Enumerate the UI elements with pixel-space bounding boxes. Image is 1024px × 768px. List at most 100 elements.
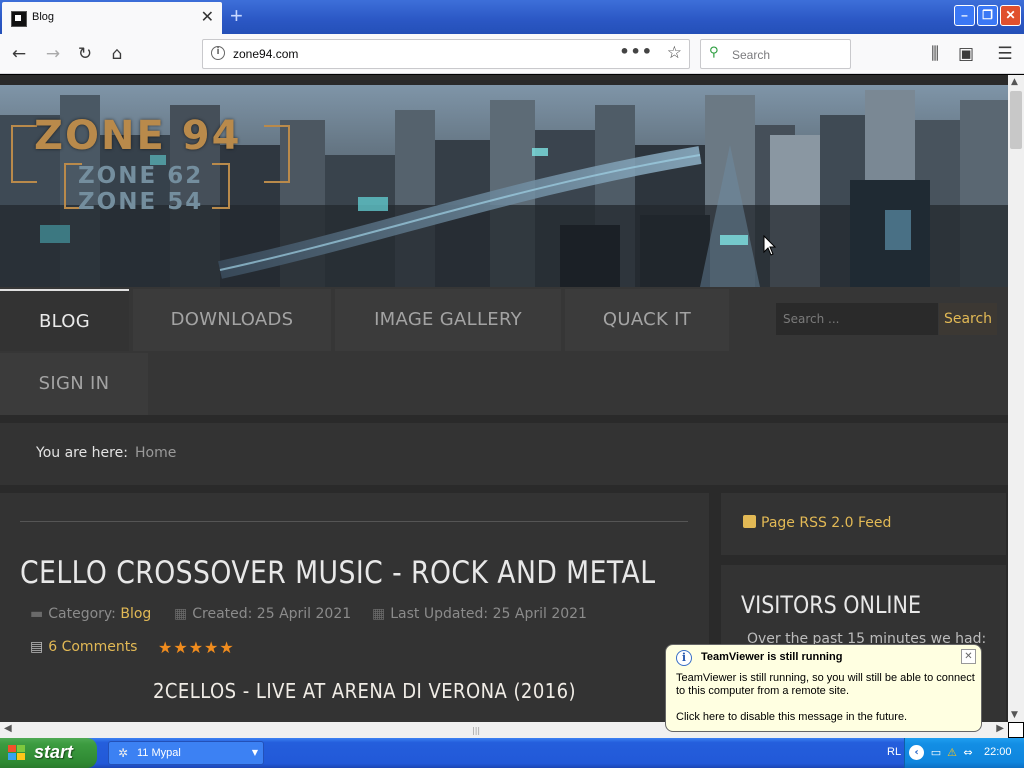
site-favicon-icon bbox=[11, 11, 27, 27]
address-bar[interactable]: i zone94.com ••• ☆ bbox=[202, 39, 690, 69]
nav-item-label: QUACK IT bbox=[602, 309, 692, 330]
screen: Blog ✕ + – ❐ ✕ ← → ↻ ⌂ i zone94.com ••• … bbox=[0, 0, 1024, 768]
comment-icon: ▤ bbox=[30, 639, 44, 655]
nav-item-label: SIGN IN bbox=[38, 373, 110, 394]
bookmark-star-icon[interactable]: ☆ bbox=[667, 43, 682, 63]
article-divider bbox=[20, 521, 688, 522]
mypal-icon: ✲ bbox=[118, 746, 129, 760]
clock: 22:00 bbox=[984, 746, 1012, 758]
nav-item-sign-in[interactable]: SIGN IN bbox=[0, 353, 148, 415]
scrollbar-corner bbox=[1008, 722, 1024, 738]
site-navigation: BLOG DOWNLOADS IMAGE GALLERY QUACK IT SI… bbox=[0, 287, 1008, 415]
nav-item-label: BLOG bbox=[38, 311, 91, 332]
vertical-scrollbar[interactable]: ▲ ▼ bbox=[1008, 75, 1024, 722]
logo-bracket-sub-right bbox=[212, 163, 230, 209]
breadcrumb-home-link[interactable]: Home bbox=[135, 445, 176, 461]
language-indicator[interactable]: RL bbox=[887, 746, 901, 758]
logo-bracket-right bbox=[264, 125, 290, 183]
menu-hamburger-icon[interactable]: ☰ bbox=[994, 43, 1016, 65]
article-created: ▦ Created: 25 April 2021 bbox=[174, 606, 351, 622]
header-banner-image: ZONE 94 ZONE 62 ZONE 54 bbox=[0, 85, 1008, 287]
close-tab-icon[interactable]: ✕ bbox=[201, 7, 214, 26]
site-info-icon[interactable]: i bbox=[211, 46, 225, 60]
site-search-placeholder: Search ... bbox=[783, 312, 840, 326]
nav-item-image-gallery[interactable]: IMAGE GALLERY bbox=[335, 289, 561, 351]
comments-link[interactable]: ▤ 6 Comments bbox=[30, 639, 137, 655]
teamviewer-notification[interactable]: i TeamViewer is still running ✕ TeamView… bbox=[665, 644, 982, 732]
info-icon: i bbox=[676, 650, 692, 666]
group-dropdown-icon: ▼ bbox=[251, 748, 258, 757]
security-alert-icon[interactable]: ⚠ bbox=[945, 746, 959, 760]
site-logo-title[interactable]: ZONE 94 bbox=[34, 113, 241, 159]
sidebar-toggle-icon[interactable]: ▣ bbox=[955, 43, 977, 65]
site-search-button[interactable]: Search bbox=[939, 303, 997, 335]
rss-icon bbox=[743, 515, 756, 528]
notification-text: TeamViewer is still running, so you will… bbox=[676, 672, 975, 697]
nav-item-downloads[interactable]: DOWNLOADS bbox=[133, 289, 331, 351]
reload-icon[interactable]: ↻ bbox=[74, 43, 96, 65]
home-icon[interactable]: ⌂ bbox=[106, 43, 128, 65]
forward-icon[interactable]: → bbox=[42, 43, 64, 65]
restore-window-button[interactable]: ❐ bbox=[977, 5, 998, 26]
tab-title: Blog bbox=[32, 11, 55, 23]
taskbar-item-label: 11 Mypal bbox=[137, 747, 181, 759]
nav-item-label: IMAGE GALLERY bbox=[374, 309, 522, 330]
scroll-left-icon[interactable]: ◀ bbox=[4, 723, 12, 734]
nav-item-blog[interactable]: BLOG bbox=[0, 289, 129, 351]
rss-box: Page RSS 2.0 Feed bbox=[721, 493, 1006, 555]
site-logo-sub-2: ZONE 54 bbox=[78, 189, 204, 215]
scroll-right-icon[interactable]: ▶ bbox=[996, 723, 1004, 734]
taskbar-item-mypal[interactable]: ✲ 11 Mypal ▼ bbox=[108, 741, 264, 765]
calendar-icon: ▦ bbox=[372, 606, 386, 622]
nav-item-label: DOWNLOADS bbox=[170, 309, 294, 330]
folder-icon: ▬ bbox=[30, 606, 44, 622]
site-search-input[interactable]: Search ... bbox=[776, 303, 938, 335]
minimize-window-button[interactable]: – bbox=[954, 5, 975, 26]
category-label: Category: bbox=[48, 606, 116, 622]
scrollbar-grip-icon[interactable]: ||| bbox=[472, 726, 480, 735]
rating-stars[interactable]: ★★★★★ bbox=[158, 638, 235, 657]
close-window-button[interactable]: ✕ bbox=[1000, 5, 1021, 26]
browser-toolbar: ← → ↻ ⌂ i zone94.com ••• ☆ ⚲ Search ⫼ ▣ … bbox=[0, 34, 1024, 74]
teamviewer-tray-icon[interactable]: ⇔ bbox=[961, 746, 975, 760]
site-logo-sub-1: ZONE 62 bbox=[78, 163, 204, 189]
category-link[interactable]: Blog bbox=[120, 606, 151, 622]
mouse-cursor-icon bbox=[763, 235, 777, 256]
comments-count: 6 Comments bbox=[48, 639, 138, 655]
breadcrumb: You are here: Home bbox=[0, 423, 1008, 485]
article: CELLO CROSSOVER MUSIC - ROCK AND METAL ▬… bbox=[0, 493, 709, 722]
breadcrumb-label: You are here: bbox=[36, 445, 128, 461]
network-icon[interactable]: ▭ bbox=[929, 746, 943, 760]
browser-search-input[interactable]: ⚲ Search bbox=[700, 39, 851, 69]
start-button[interactable]: start bbox=[0, 738, 97, 768]
start-label: start bbox=[34, 742, 74, 762]
system-tray: ‹ ▭ ⚠ ⇔ 22:00 bbox=[904, 738, 1024, 768]
library-icon[interactable]: ⫼ bbox=[924, 43, 946, 65]
windows-logo-icon bbox=[8, 745, 26, 761]
nav-item-quack-it[interactable]: QUACK IT bbox=[565, 289, 729, 351]
page-actions-icon[interactable]: ••• bbox=[619, 42, 653, 61]
rss-feed-link[interactable]: Page RSS 2.0 Feed bbox=[743, 515, 891, 531]
disable-message-link[interactable]: Click here to disable this message in th… bbox=[676, 711, 907, 723]
visitors-heading: VISITORS ONLINE bbox=[741, 591, 922, 619]
scroll-down-icon[interactable]: ▼ bbox=[1011, 710, 1018, 720]
notification-title: TeamViewer is still running bbox=[701, 651, 843, 663]
scroll-up-icon[interactable]: ▲ bbox=[1011, 77, 1018, 87]
show-hidden-icons-icon[interactable]: ‹ bbox=[909, 745, 924, 760]
article-title[interactable]: CELLO CROSSOVER MUSIC - ROCK AND METAL bbox=[20, 555, 655, 591]
search-engine-icon: ⚲ bbox=[709, 45, 719, 60]
banner-top-strip bbox=[0, 75, 1008, 85]
browser-search-placeholder: Search bbox=[732, 48, 771, 62]
windows-taskbar: start ✲ 11 Mypal ▼ RL ‹ ▭ ⚠ ⇔ 22:00 bbox=[0, 738, 1024, 768]
calendar-icon: ▦ bbox=[174, 606, 188, 622]
article-category: ▬ Category: Blog bbox=[30, 606, 151, 622]
rss-feed-label: Page RSS 2.0 Feed bbox=[761, 515, 892, 531]
article-updated: ▦ Last Updated: 25 April 2021 bbox=[372, 606, 587, 622]
browser-tab[interactable]: Blog ✕ bbox=[2, 2, 222, 34]
close-notification-button[interactable]: ✕ bbox=[961, 649, 976, 664]
browser-tab-bar: Blog ✕ + – ❐ ✕ bbox=[0, 0, 1024, 34]
article-subheading: 2CELLOS - LIVE AT ARENA DI VERONA (2016) bbox=[153, 679, 577, 703]
back-icon[interactable]: ← bbox=[8, 43, 30, 65]
scrollbar-thumb[interactable] bbox=[1010, 91, 1022, 149]
new-tab-icon[interactable]: + bbox=[230, 3, 243, 29]
